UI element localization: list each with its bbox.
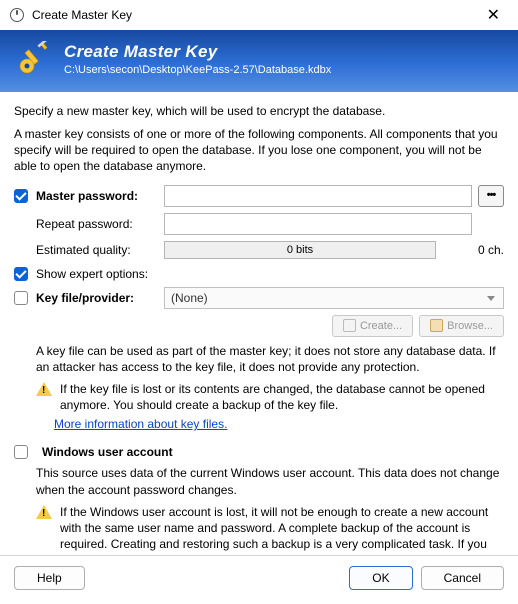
master-password-input[interactable]	[164, 185, 472, 207]
show-expert-label: Show expert options:	[36, 267, 148, 281]
footer: Help OK Cancel	[0, 555, 518, 600]
header-title: Create Master Key	[64, 42, 331, 62]
key-file-combo[interactable]: (None)	[164, 287, 504, 309]
close-button[interactable]: ✕	[479, 3, 508, 27]
char-count: 0 ch.	[444, 243, 504, 257]
show-expert-checkbox[interactable]	[14, 267, 28, 281]
quality-bar: 0 bits	[164, 241, 436, 259]
key-icon	[16, 41, 52, 77]
master-password-label: Master password:	[36, 189, 164, 203]
folder-icon	[430, 319, 443, 332]
cancel-button[interactable]: Cancel	[421, 566, 504, 590]
titlebar: Create Master Key ✕	[0, 0, 518, 30]
intro-line-1: Specify a new master key, which will be …	[14, 104, 504, 118]
lock-icon	[10, 8, 24, 22]
ok-button[interactable]: OK	[349, 566, 412, 590]
reveal-password-button[interactable]: •••	[478, 185, 504, 207]
repeat-password-input[interactable]	[164, 213, 472, 235]
warning-icon	[36, 382, 52, 396]
window-title: Create Master Key	[32, 8, 479, 22]
content-area: Specify a new master key, which will be …	[0, 92, 518, 604]
warning-icon	[36, 505, 52, 519]
header-path: C:\Users\secon\Desktop\KeePass-2.57\Data…	[64, 64, 331, 76]
key-file-label: Key file/provider:	[36, 291, 164, 305]
quality-label: Estimated quality:	[36, 243, 164, 257]
key-file-checkbox[interactable]	[14, 291, 28, 305]
intro-line-2: A master key consists of one or more of …	[14, 126, 504, 175]
new-file-icon	[343, 319, 356, 332]
create-keyfile-button[interactable]: Create...	[332, 315, 413, 337]
help-button[interactable]: Help	[14, 566, 85, 590]
windows-account-description: This source uses data of the current Win…	[36, 465, 504, 497]
keyfile-warning: If the key file is lost or its contents …	[60, 381, 504, 413]
windows-account-checkbox[interactable]	[14, 445, 28, 459]
keyfile-more-info-link[interactable]: More information about key files.	[54, 417, 227, 431]
master-password-checkbox[interactable]	[14, 189, 28, 203]
header-banner: Create Master Key C:\Users\secon\Desktop…	[0, 30, 518, 92]
windows-account-label: Windows user account	[42, 445, 173, 459]
browse-keyfile-button[interactable]: Browse...	[419, 315, 504, 337]
keyfile-description: A key file can be used as part of the ma…	[36, 343, 504, 375]
repeat-password-label: Repeat password:	[36, 217, 164, 231]
